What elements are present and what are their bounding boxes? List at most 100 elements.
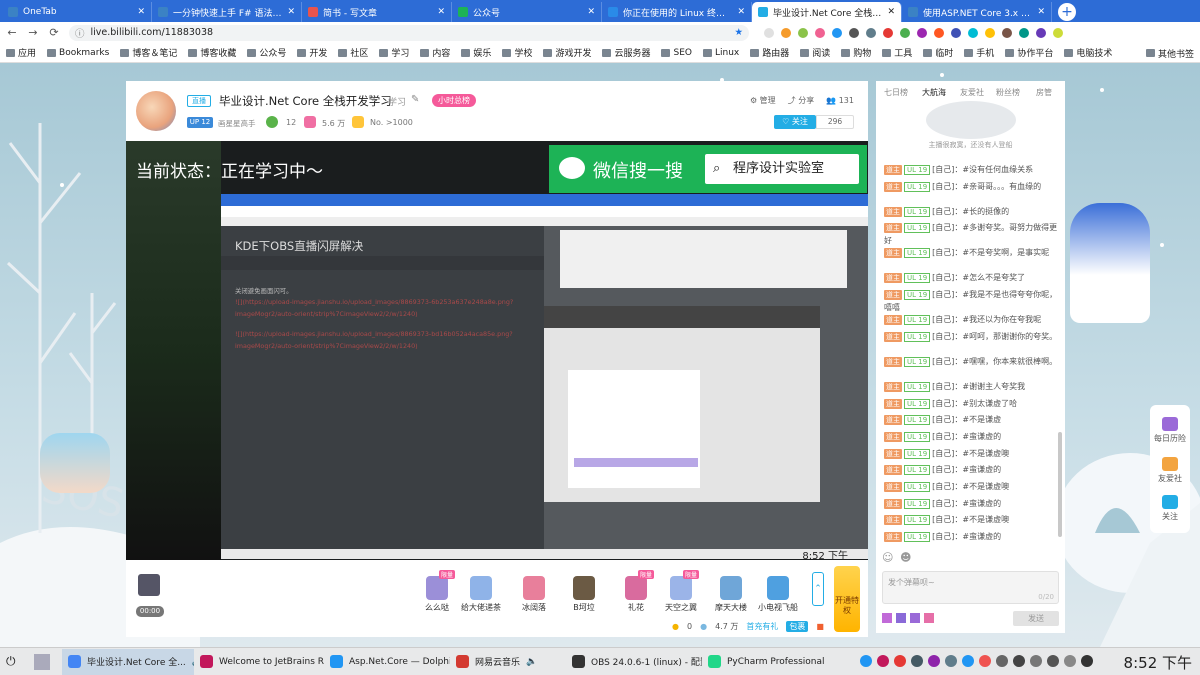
fan-tag[interactable]: 道主: [884, 248, 902, 259]
close-icon[interactable]: ✕: [137, 7, 145, 17]
fan-tag[interactable]: 道主: [884, 482, 902, 492]
tray-icon[interactable]: [996, 655, 1008, 667]
tray-icon[interactable]: [911, 655, 923, 667]
clock[interactable]: 8:52 下午: [1124, 652, 1192, 673]
forward-icon[interactable]: →: [27, 26, 39, 39]
other-bookmarks[interactable]: 其他书签: [1145, 43, 1194, 62]
red-packet-icon[interactable]: ■: [816, 622, 824, 631]
extension-icon[interactable]: [815, 27, 825, 38]
bookmark-item[interactable]: 博客＆笔记: [120, 46, 177, 59]
reload-icon[interactable]: ⟳: [48, 26, 60, 39]
extension-icon[interactable]: [832, 27, 842, 38]
fan-tag[interactable]: 道主: [884, 465, 902, 476]
extension-icon[interactable]: [1002, 27, 1012, 38]
fan-tag[interactable]: 道主: [884, 381, 902, 392]
start-menu-button[interactable]: ⏻: [0, 649, 28, 675]
hour-rank-badge[interactable]: 小时总榜: [432, 94, 476, 107]
tray-icon[interactable]: [962, 655, 974, 667]
browser-tab[interactable]: 你正在使用的 Linux 终端配色 ✕: [602, 2, 752, 22]
bookmark-item[interactable]: 电脑技术: [1064, 46, 1112, 59]
desktop-pager[interactable]: [28, 649, 62, 675]
avatar[interactable]: [136, 91, 176, 131]
close-icon[interactable]: ✕: [587, 7, 595, 17]
close-icon[interactable]: ✕: [437, 7, 445, 17]
browser-tab[interactable]: 使用ASP.NET Core 3.x 构建 RE ✕: [902, 2, 1052, 22]
extension-icon[interactable]: [883, 27, 893, 38]
bookmark-item[interactable]: 协作平台: [1005, 46, 1053, 59]
side-nav-follow[interactable]: 关注: [1150, 495, 1190, 522]
extension-icon[interactable]: [951, 27, 961, 38]
edit-icon[interactable]: ✎: [368, 94, 376, 105]
gift-item[interactable]: 小电视飞船: [758, 576, 798, 613]
browser-tab[interactable]: 公众号 ✕: [452, 2, 602, 22]
fan-tag[interactable]: 道主: [884, 415, 902, 426]
bookmark-item[interactable]: 路由器: [750, 46, 789, 59]
rank-tab[interactable]: 房管: [1036, 87, 1052, 98]
tray-icon[interactable]: [928, 655, 940, 667]
fan-tag[interactable]: 道主: [884, 498, 902, 509]
bookmark-item[interactable]: SEO: [661, 46, 692, 59]
bookmark-item[interactable]: 临时: [923, 46, 953, 59]
fan-tag[interactable]: 道主: [884, 206, 902, 217]
tray-icon[interactable]: [1013, 655, 1025, 667]
bookmark-item[interactable]: 云服务器: [602, 46, 650, 59]
bookmark-item[interactable]: 学校: [502, 46, 532, 59]
extension-icon[interactable]: [781, 27, 791, 38]
fan-tag[interactable]: 道主: [884, 515, 902, 526]
star-icon[interactable]: ★: [734, 27, 743, 38]
fan-tag[interactable]: 道主: [884, 223, 902, 234]
bookmark-item[interactable]: Linux: [702, 46, 739, 59]
recharge-link[interactable]: 首充有礼: [746, 621, 778, 632]
address-bar[interactable]: ⓘ live.bilibili.com/11883038 ★: [69, 24, 749, 41]
taskbar-item[interactable]: 网易云音乐 🔈: [450, 649, 566, 675]
bookmark-item[interactable]: 开发: [297, 46, 327, 59]
tray-icon[interactable]: [877, 655, 889, 667]
back-icon[interactable]: ←: [6, 26, 18, 39]
extension-icon[interactable]: [985, 27, 995, 38]
tray-icon[interactable]: [945, 655, 957, 667]
fan-tag[interactable]: 道主: [884, 448, 902, 459]
taskbar-item[interactable]: Welcome to JetBrains Rider: [194, 649, 324, 675]
fan-tag[interactable]: 道主: [884, 431, 902, 442]
bookmark-item[interactable]: 游戏开发: [543, 46, 591, 59]
tray-icon[interactable]: [1030, 655, 1042, 667]
manage-button[interactable]: ⚙ 管理: [750, 95, 776, 106]
speaker-icon[interactable]: 🔈: [526, 657, 537, 667]
bookmark-item[interactable]: 娱乐: [461, 46, 491, 59]
gift-scroll-up[interactable]: ⌃: [812, 572, 824, 606]
treasure-chest-icon[interactable]: [138, 574, 160, 596]
taskbar-item[interactable]: 毕业设计.Net Core 全...🔈: [62, 648, 194, 675]
tray-icon[interactable]: [860, 655, 872, 667]
bookmark-item[interactable]: 工具: [882, 46, 912, 59]
close-icon[interactable]: ✕: [1037, 7, 1045, 17]
browser-tab[interactable]: OneTab ✕: [2, 2, 152, 22]
tool-icon[interactable]: [882, 613, 892, 623]
bookmark-item[interactable]: 购物: [841, 46, 871, 59]
extension-icon[interactable]: [934, 27, 944, 38]
chat-scrollbar[interactable]: [1058, 432, 1062, 537]
tray-icon[interactable]: [894, 655, 906, 667]
fan-tag[interactable]: 道主: [884, 398, 902, 409]
tray-icon[interactable]: [1047, 655, 1059, 667]
gift-item[interactable]: 礼花 限量: [616, 570, 656, 613]
extension-icon[interactable]: [1053, 27, 1063, 38]
area-link[interactable]: 学习: [388, 95, 406, 108]
extension-icon[interactable]: [968, 27, 978, 38]
follow-button[interactable]: ♡ 关注: [774, 115, 816, 129]
close-icon[interactable]: ✕: [287, 7, 295, 17]
gift-item[interactable]: 摩天大楼: [711, 576, 751, 613]
tool-icon[interactable]: [924, 613, 934, 623]
sticker-icon[interactable]: ☻: [900, 551, 911, 564]
bookmark-item[interactable]: Bookmarks: [47, 46, 109, 59]
bookmark-item[interactable]: 内容: [420, 46, 450, 59]
extension-icon[interactable]: [1019, 27, 1029, 38]
fan-tag[interactable]: 道主: [884, 331, 902, 342]
tray-icon[interactable]: [1081, 655, 1093, 667]
taskbar-item[interactable]: Asp.Net.Core — Dolphin: [324, 649, 450, 675]
tool-icon[interactable]: [910, 613, 920, 623]
extension-icon[interactable]: [1036, 27, 1046, 38]
bookmark-item[interactable]: 博客收藏: [188, 46, 236, 59]
gift-item[interactable]: 给大佬递茶: [461, 576, 501, 613]
edit-icon[interactable]: ✎: [411, 94, 419, 105]
rank-tab[interactable]: 大航海: [922, 87, 946, 98]
